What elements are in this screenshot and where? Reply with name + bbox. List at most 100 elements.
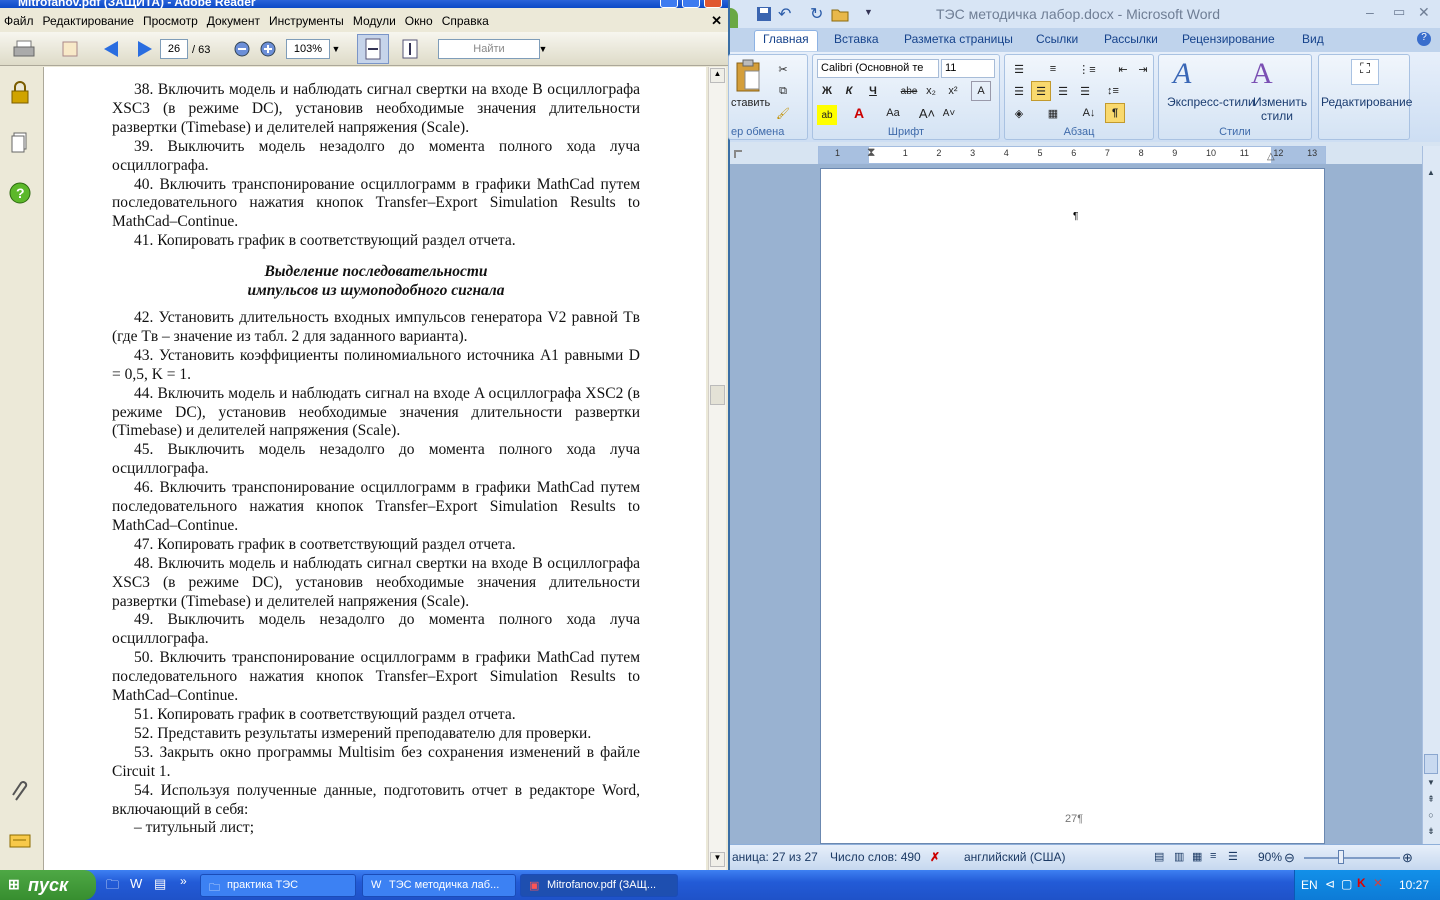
print-layout-view-icon[interactable]: ▤	[1154, 850, 1164, 863]
tab-selector-icon[interactable]	[734, 150, 742, 158]
underline-icon[interactable]: Ч	[863, 81, 883, 101]
subscript-icon[interactable]: x₂	[921, 81, 941, 101]
align-left-icon[interactable]: ☰	[1009, 81, 1029, 101]
scroll-up-icon[interactable]: ▲	[710, 68, 725, 83]
page-number-input[interactable]: 26	[160, 39, 188, 59]
word-page[interactable]: ¶ 27¶	[820, 168, 1325, 844]
reader-title-bar[interactable]: Mitrofanov.pdf (ЗАЩИТА) - Adobe Reader	[0, 0, 728, 9]
word-minimize-button[interactable]: –	[1366, 4, 1374, 20]
word-scroll-up-icon[interactable]: ▲	[1424, 168, 1438, 182]
word-title-bar[interactable]: ↶ ↻ ▼ ТЭС методичка лабор.docx - Microso…	[730, 0, 1440, 38]
search-dropdown-icon[interactable]: ▼	[538, 37, 548, 61]
task-folder[interactable]: 🗀 практика ТЭС	[200, 874, 356, 897]
zoom-out-icon[interactable]	[232, 37, 252, 61]
previous-page-icon[interactable]	[100, 37, 124, 61]
draft-view-icon[interactable]: ☰	[1228, 850, 1238, 863]
menu-view[interactable]: Просмотр	[139, 11, 203, 28]
start-button[interactable]: ⊞ пуск	[0, 870, 96, 900]
menu-plugins[interactable]: Модули	[349, 11, 401, 28]
align-center-icon[interactable]: ☰	[1031, 81, 1051, 101]
align-right-icon[interactable]: ☰	[1053, 81, 1073, 101]
word-maximize-button[interactable]: ▭	[1393, 4, 1405, 20]
quick-styles-icon[interactable]: A	[1173, 57, 1191, 91]
open-folder-icon[interactable]	[831, 6, 849, 25]
task-reader[interactable]: ▣ Mitrofanov.pdf (ЗАЩ...	[520, 874, 678, 897]
change-styles-label-2[interactable]: стили	[1261, 109, 1293, 123]
font-color-icon[interactable]: A	[849, 103, 869, 123]
select-browse-object-icon[interactable]: ○	[1424, 810, 1438, 824]
numbering-icon[interactable]: ≡	[1043, 59, 1063, 79]
minimize-button[interactable]	[660, 0, 678, 8]
zoom-slider[interactable]	[1304, 857, 1400, 859]
close-button[interactable]	[704, 0, 722, 8]
superscript-icon[interactable]: x²	[943, 81, 963, 101]
proofing-error-icon[interactable]: ✗	[930, 850, 940, 864]
language-indicator[interactable]: EN	[1301, 878, 1318, 892]
find-binoculars-icon[interactable]: ⛶	[1351, 59, 1379, 85]
italic-icon[interactable]: К	[839, 81, 859, 101]
zoom-level[interactable]: 90%	[1258, 850, 1282, 864]
next-page-icon[interactable]: ⇟	[1424, 826, 1438, 840]
help-icon[interactable]: ?	[1417, 32, 1431, 46]
tab-page-layout[interactable]: Разметка страницы	[904, 32, 1013, 46]
decrease-indent-icon[interactable]: ⇤	[1113, 59, 1133, 79]
attachments-icon[interactable]	[10, 780, 32, 807]
highlight-icon[interactable]: ab	[817, 105, 837, 125]
justify-icon[interactable]: ☰	[1075, 81, 1095, 101]
cut-icon[interactable]: ✂	[773, 59, 793, 79]
bullets-icon[interactable]: ☰	[1009, 59, 1029, 79]
grow-font-icon[interactable]: A˄	[917, 103, 937, 123]
status-word-count[interactable]: Число слов: 490	[830, 850, 921, 864]
previous-page-icon[interactable]: ⇞	[1424, 794, 1438, 808]
show-desktop-icon[interactable]: 🗀	[106, 876, 119, 898]
quick-access-dropdown-icon[interactable]: ▼	[864, 7, 873, 17]
tray-arrow-icon[interactable]: ⊲	[1325, 877, 1335, 891]
menu-file[interactable]: Файл	[0, 11, 39, 28]
clear-formatting-icon[interactable]: A	[971, 81, 991, 101]
help-icon[interactable]: ?	[9, 182, 31, 207]
tray-antivirus-icon[interactable]: K	[1357, 876, 1366, 890]
menu-window[interactable]: Окно	[401, 11, 438, 28]
line-spacing-icon[interactable]: ↕≡	[1103, 81, 1123, 101]
comments-icon[interactable]	[8, 832, 34, 855]
copy-icon[interactable]: ⧉	[773, 81, 793, 101]
show-formatting-marks-icon[interactable]: ¶	[1105, 103, 1125, 123]
quick-styles-button[interactable]: Экспресс-стили	[1167, 95, 1255, 109]
pages-panel-icon[interactable]	[10, 131, 30, 158]
zoom-out-button[interactable]: ⊖	[1284, 850, 1295, 866]
indent-marker-icon[interactable]: ⧗	[867, 145, 875, 160]
multilevel-list-icon[interactable]: ⋮≡	[1077, 59, 1097, 79]
print-icon[interactable]	[10, 37, 38, 61]
calculator-icon[interactable]: ▤	[154, 876, 166, 892]
quicklaunch-expand-icon[interactable]: »	[180, 874, 187, 888]
shading-icon[interactable]: ◈	[1009, 103, 1029, 123]
increase-indent-icon[interactable]: ⇥	[1133, 59, 1153, 79]
menu-help[interactable]: Справка	[438, 11, 494, 28]
tab-review[interactable]: Рецензирование	[1182, 32, 1275, 46]
word-scroll-thumb[interactable]	[1424, 754, 1438, 774]
font-name-select[interactable]: Calibri (Основной те	[817, 59, 939, 78]
maximize-button[interactable]	[682, 0, 700, 8]
search-input[interactable]: Найти	[438, 39, 540, 59]
shrink-font-icon[interactable]: A˅	[939, 103, 959, 123]
change-styles-label-1[interactable]: Изменить	[1253, 95, 1307, 109]
pages-icon[interactable]	[58, 37, 82, 61]
close-document-icon[interactable]: ✕	[711, 13, 722, 29]
tray-tools-icon[interactable]: ✕	[1373, 876, 1383, 890]
format-painter-icon[interactable]: 🖌	[773, 103, 793, 123]
change-styles-icon[interactable]: A	[1251, 57, 1273, 91]
word-close-button[interactable]: ✕	[1418, 4, 1430, 21]
lock-icon[interactable]	[9, 81, 31, 108]
change-case-icon[interactable]: Aa	[883, 103, 903, 123]
scroll-down-icon[interactable]: ▼	[710, 852, 725, 867]
zoom-slider-thumb[interactable]	[1338, 850, 1344, 864]
word-quicklaunch-icon[interactable]: W	[130, 876, 142, 891]
editing-button[interactable]: Редактирование	[1321, 95, 1412, 109]
font-size-select[interactable]: 11	[941, 59, 995, 78]
borders-icon[interactable]: ▦	[1043, 103, 1063, 123]
outline-view-icon[interactable]: ≡	[1210, 850, 1216, 862]
right-indent-marker-icon[interactable]: △	[1267, 151, 1275, 162]
tray-network-icon[interactable]: ▢	[1341, 877, 1352, 891]
tab-home[interactable]: Главная	[754, 30, 818, 51]
scroll-thumb[interactable]	[710, 385, 725, 405]
